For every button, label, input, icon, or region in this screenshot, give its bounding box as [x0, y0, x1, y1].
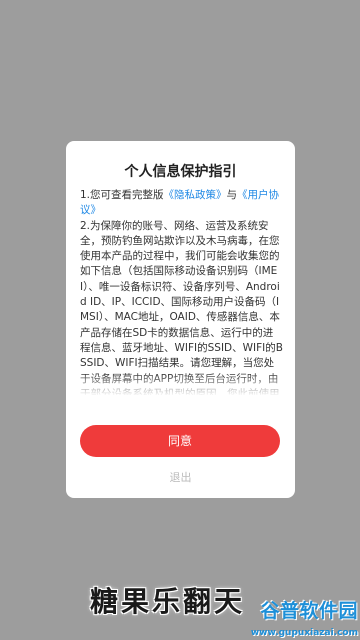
app-title-overlay: 糖果乐翻天 [90, 585, 246, 618]
watermark-logo: 谷普软件园 [260, 600, 358, 622]
watermark-url: www.gupuxiazai.com [250, 628, 358, 638]
agree-button[interactable]: 同意 [80, 425, 280, 457]
dialog-title: 个人信息保护指引 [124, 164, 237, 180]
privacy-policy-link[interactable]: 《隐私政策》 [164, 189, 227, 201]
scroll-fade [80, 373, 283, 395]
dialog-body[interactable]: 1.您可查看完整版《隐私政策》与《用户协议》 2.为保障你的账号、网络、运营及系… [80, 188, 283, 395]
exit-button[interactable]: 退出 [66, 469, 295, 485]
dialog-item-2: 2.为保障你的账号、网络、运营及系统安全，预防钓鱼网站欺诈以及木马病毒，在您使用… [80, 219, 283, 395]
item1-prefix: 1.您可查看完整版 [80, 189, 164, 201]
privacy-dialog: 个人信息保护指引 1.您可查看完整版《隐私政策》与《用户协议》 2.为保障你的账… [66, 141, 295, 498]
dialog-item-1: 1.您可查看完整版《隐私政策》与《用户协议》 [80, 188, 283, 219]
site-watermark: 谷普软件园 www.gupuxiazai.com [250, 596, 358, 638]
item1-mid: 与 [226, 189, 238, 201]
